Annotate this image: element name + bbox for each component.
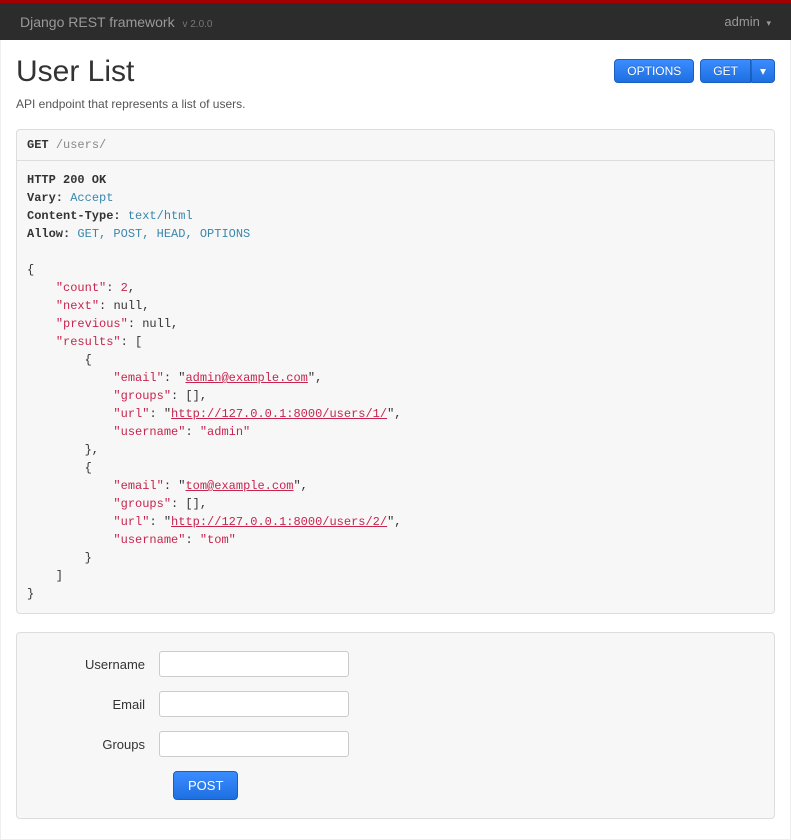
label-email: Email xyxy=(29,697,159,712)
response-body: HTTP 200 OK Vary: Accept Content-Type: t… xyxy=(16,161,775,614)
brand-name[interactable]: Django REST framework xyxy=(20,14,175,30)
form-row-username: Username xyxy=(29,651,762,677)
brand: Django REST framework v 2.0.0 xyxy=(20,14,213,30)
get-dropdown-toggle[interactable]: ▾ xyxy=(751,59,775,83)
chevron-down-icon: ▾ xyxy=(766,18,771,28)
form-panel: Username Email Groups POST xyxy=(16,632,775,819)
form-actions: POST xyxy=(173,771,762,800)
main-container: User List OPTIONS GET ▾ API endpoint tha… xyxy=(0,40,791,840)
get-button[interactable]: GET xyxy=(700,59,751,83)
post-button[interactable]: POST xyxy=(173,771,238,800)
label-username: Username xyxy=(29,657,159,672)
input-groups[interactable] xyxy=(159,731,349,757)
topbar: Django REST framework v 2.0.0 admin ▾ xyxy=(0,0,791,40)
get-button-group: GET ▾ xyxy=(700,59,775,83)
user-menu[interactable]: admin ▾ xyxy=(724,14,771,29)
brand-version: v 2.0.0 xyxy=(182,19,212,30)
request-method: GET xyxy=(27,138,49,152)
label-groups: Groups xyxy=(29,737,159,752)
input-email[interactable] xyxy=(159,691,349,717)
description: API endpoint that represents a list of u… xyxy=(16,97,775,111)
action-buttons: OPTIONS GET ▾ xyxy=(614,59,775,83)
page-title: User List xyxy=(16,55,134,89)
input-username[interactable] xyxy=(159,651,349,677)
chevron-down-icon: ▾ xyxy=(760,64,766,78)
header-row: User List OPTIONS GET ▾ xyxy=(16,55,775,89)
request-path: /users/ xyxy=(56,138,106,152)
json-link[interactable]: http://127.0.0.1:8000/users/2/ xyxy=(171,515,387,529)
form-row-email: Email xyxy=(29,691,762,717)
form-row-groups: Groups xyxy=(29,731,762,757)
json-link[interactable]: http://127.0.0.1:8000/users/1/ xyxy=(171,407,387,421)
options-button[interactable]: OPTIONS xyxy=(614,59,694,83)
json-link[interactable]: tom@example.com xyxy=(185,479,293,493)
json-link[interactable]: admin@example.com xyxy=(185,371,307,385)
user-name: admin xyxy=(724,14,759,29)
request-line: GET /users/ xyxy=(16,129,775,161)
